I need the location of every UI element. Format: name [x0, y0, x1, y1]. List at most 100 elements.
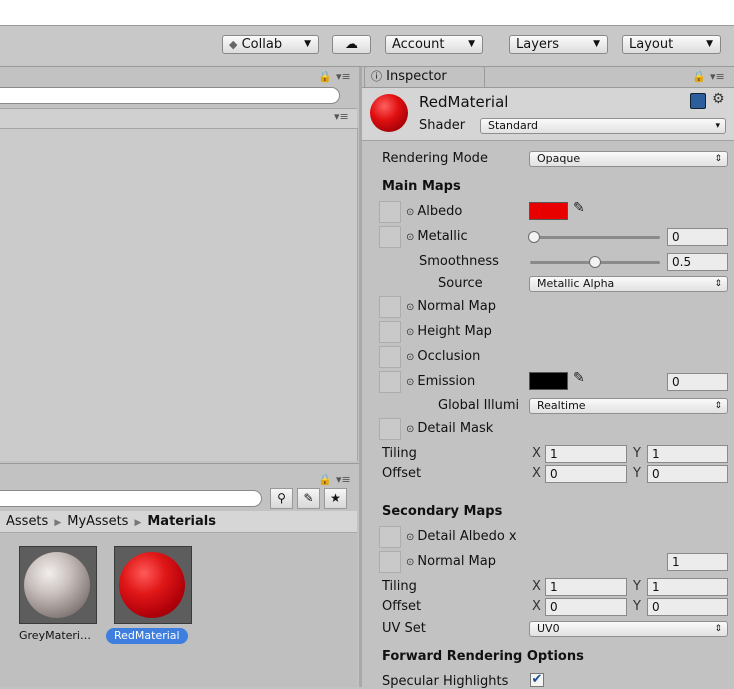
- albedo-color-swatch[interactable]: [529, 202, 568, 220]
- material-preview-sphere: [370, 94, 408, 132]
- target-icon[interactable]: ⊙: [406, 207, 414, 218]
- secondary-normal-map-slot[interactable]: [379, 551, 401, 573]
- tiling-x-label: X: [532, 446, 541, 461]
- breadcrumb-materials[interactable]: Materials: [147, 514, 216, 529]
- global-illumination-dropdown[interactable]: Realtime ⇕: [529, 398, 728, 414]
- secondary-offset-x-field[interactable]: 0: [545, 598, 627, 616]
- help-book-icon[interactable]: [690, 93, 706, 109]
- panel-menu-icon[interactable]: ▾≡: [336, 473, 351, 486]
- target-icon[interactable]: ⊙: [406, 532, 414, 543]
- filter-label-icon[interactable]: ✎: [297, 488, 320, 509]
- target-icon[interactable]: ⊙: [406, 232, 414, 243]
- asset-thumbnail-red[interactable]: [114, 546, 192, 624]
- smoothness-slider-knob[interactable]: [589, 256, 601, 268]
- metallic-slider-knob[interactable]: [528, 231, 540, 243]
- window-top-strip: [0, 0, 734, 25]
- lock-icon[interactable]: 🔒: [318, 473, 332, 486]
- emission-label: Emission: [417, 374, 476, 389]
- cloud-button[interactable]: ☁: [332, 35, 371, 54]
- metallic-slider-track[interactable]: [530, 236, 660, 239]
- uv-set-dropdown[interactable]: UV0 ⇕: [529, 621, 728, 637]
- metallic-value-field[interactable]: 0: [667, 228, 728, 246]
- main-toolbar: ◆ Collab ▼ ☁ Account ▼ Layers ▼ Layout ▼: [0, 25, 734, 67]
- diamond-icon: ◆: [229, 38, 238, 51]
- tab-inspector[interactable]: ⓘ Inspector: [364, 66, 485, 87]
- emission-value-field[interactable]: 0: [667, 373, 728, 391]
- shader-dropdown[interactable]: Standard ▾: [480, 118, 726, 134]
- panel-menu-icon[interactable]: ▾≡: [334, 110, 349, 123]
- metallic-texture-slot[interactable]: [379, 226, 401, 248]
- favorite-star-icon[interactable]: ★: [324, 488, 347, 509]
- tiling-y-field[interactable]: 1: [647, 445, 728, 463]
- panel-menu-icon[interactable]: ▾≡: [710, 70, 725, 83]
- source-dropdown[interactable]: Metallic Alpha ⇕: [529, 276, 728, 292]
- main-maps-heading: Main Maps: [382, 179, 461, 194]
- material-name: RedMaterial: [419, 93, 509, 111]
- account-dropdown[interactable]: Account ▼: [385, 35, 483, 54]
- panel-subheader: [0, 108, 357, 129]
- hierarchy-list[interactable]: [0, 128, 358, 461]
- detail-albedo-label: Detail Albedo x: [417, 529, 517, 544]
- lock-icon[interactable]: 🔒: [318, 70, 332, 83]
- dropdown-arrow-icon: ▼: [304, 39, 311, 49]
- global-illumination-label: Global Illumi: [438, 398, 520, 413]
- secondary-normal-map-label: Normal Map: [417, 554, 496, 569]
- shader-value: Standard: [488, 119, 539, 132]
- eyedropper-icon[interactable]: ✎: [573, 370, 585, 386]
- rendering-mode-dropdown[interactable]: Opaque ⇕: [529, 151, 728, 167]
- height-map-texture-slot[interactable]: [379, 321, 401, 343]
- asset-label-red[interactable]: RedMaterial: [106, 628, 188, 644]
- asset-label-grey[interactable]: GreyMateri…: [11, 628, 99, 644]
- occlusion-texture-slot[interactable]: [379, 346, 401, 368]
- layers-dropdown[interactable]: Layers ▼: [509, 35, 608, 54]
- hierarchy-search-input[interactable]: [0, 87, 340, 104]
- collab-button[interactable]: ◆ Collab ▼: [222, 35, 319, 54]
- rendering-mode-value: Opaque: [537, 152, 581, 165]
- gear-icon[interactable]: ⚙: [712, 91, 725, 107]
- asset-thumbnail-grey[interactable]: [19, 546, 97, 624]
- smoothness-value-field[interactable]: 0.5: [667, 253, 728, 271]
- metallic-label: Metallic: [417, 229, 468, 244]
- secondary-offset-y-field[interactable]: 0: [647, 598, 728, 616]
- target-icon[interactable]: ⊙: [406, 377, 414, 388]
- detail-mask-texture-slot[interactable]: [379, 418, 401, 440]
- tiling-x-field[interactable]: 1: [545, 445, 627, 463]
- offset-x-field[interactable]: 0: [545, 465, 627, 483]
- secondary-tiling-y-field[interactable]: 1: [647, 578, 728, 596]
- target-icon[interactable]: ⊙: [406, 352, 414, 363]
- target-icon[interactable]: ⊙: [406, 424, 414, 435]
- breadcrumb-assets[interactable]: Assets: [6, 514, 48, 529]
- account-label: Account: [392, 37, 445, 52]
- specular-highlights-checkbox[interactable]: ✔: [530, 673, 544, 687]
- secondary-tiling-x-field[interactable]: 1: [545, 578, 627, 596]
- detail-albedo-texture-slot[interactable]: [379, 526, 401, 548]
- offset-label: Offset: [382, 466, 422, 481]
- breadcrumb-separator-icon: ▶: [54, 518, 62, 528]
- inspector-tab-label: Inspector: [386, 69, 447, 84]
- emission-color-swatch[interactable]: [529, 372, 568, 390]
- secondary-offset-label: Offset: [382, 599, 422, 614]
- normal-map-texture-slot[interactable]: [379, 296, 401, 318]
- tiling-y-label: Y: [633, 446, 641, 461]
- offset-y-field[interactable]: 0: [647, 465, 728, 483]
- updown-arrow-icon: ⇕: [714, 401, 722, 411]
- secondary-normal-scale-field[interactable]: 1: [667, 553, 728, 571]
- emission-texture-slot[interactable]: [379, 371, 401, 393]
- breadcrumb-myassets[interactable]: MyAssets: [67, 514, 128, 529]
- dropdown-arrow-icon: ▼: [468, 39, 475, 49]
- filter-type-icon[interactable]: ⚲: [270, 488, 293, 509]
- panel-menu-icon[interactable]: ▾≡: [336, 70, 351, 83]
- target-icon[interactable]: ⊙: [406, 302, 414, 313]
- albedo-texture-slot[interactable]: [379, 201, 401, 223]
- project-search-input[interactable]: [0, 490, 262, 507]
- updown-arrow-icon: ⇕: [714, 154, 722, 164]
- eyedropper-icon[interactable]: ✎: [573, 200, 585, 216]
- layout-dropdown[interactable]: Layout ▼: [622, 35, 721, 54]
- smoothness-label: Smoothness: [419, 254, 499, 269]
- target-icon[interactable]: ⊙: [406, 327, 414, 338]
- lock-icon[interactable]: 🔒: [692, 70, 706, 83]
- occlusion-label: Occlusion: [417, 349, 481, 364]
- target-icon[interactable]: ⊙: [406, 557, 414, 568]
- source-value: Metallic Alpha: [537, 277, 615, 290]
- secondary-offset-y-label: Y: [633, 599, 641, 614]
